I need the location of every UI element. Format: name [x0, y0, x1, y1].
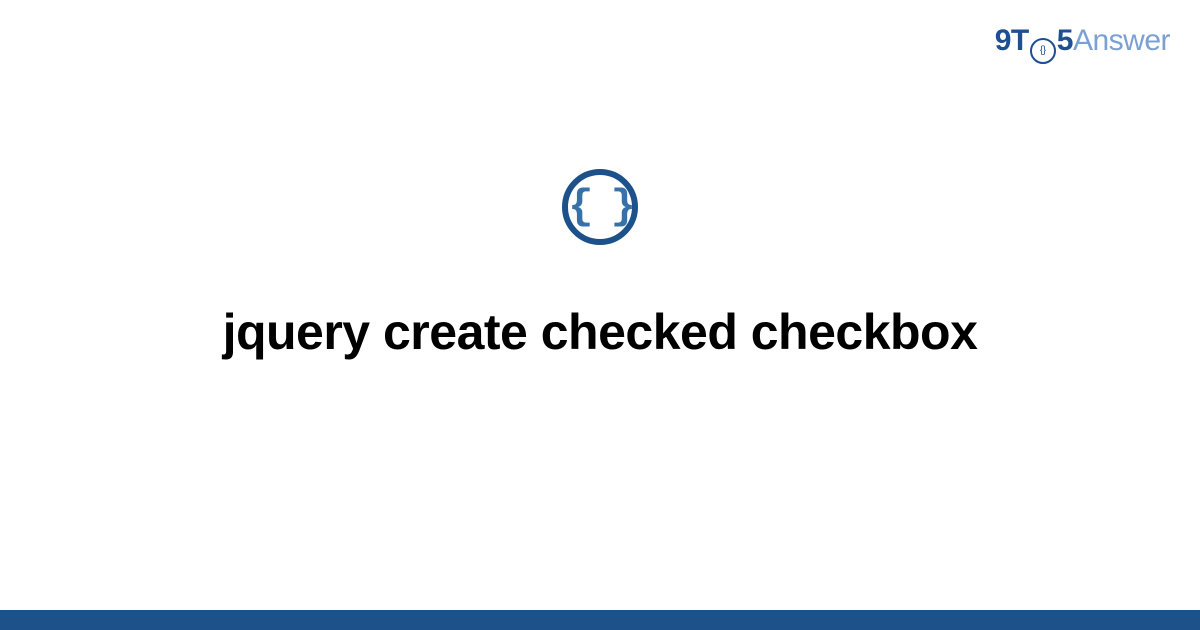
category-icon: { } [562, 169, 638, 245]
footer-bar [0, 610, 1200, 630]
page-title: jquery create checked checkbox [223, 303, 978, 361]
braces-icon: { } [568, 186, 632, 228]
main-content: { } jquery create checked checkbox [0, 0, 1200, 630]
